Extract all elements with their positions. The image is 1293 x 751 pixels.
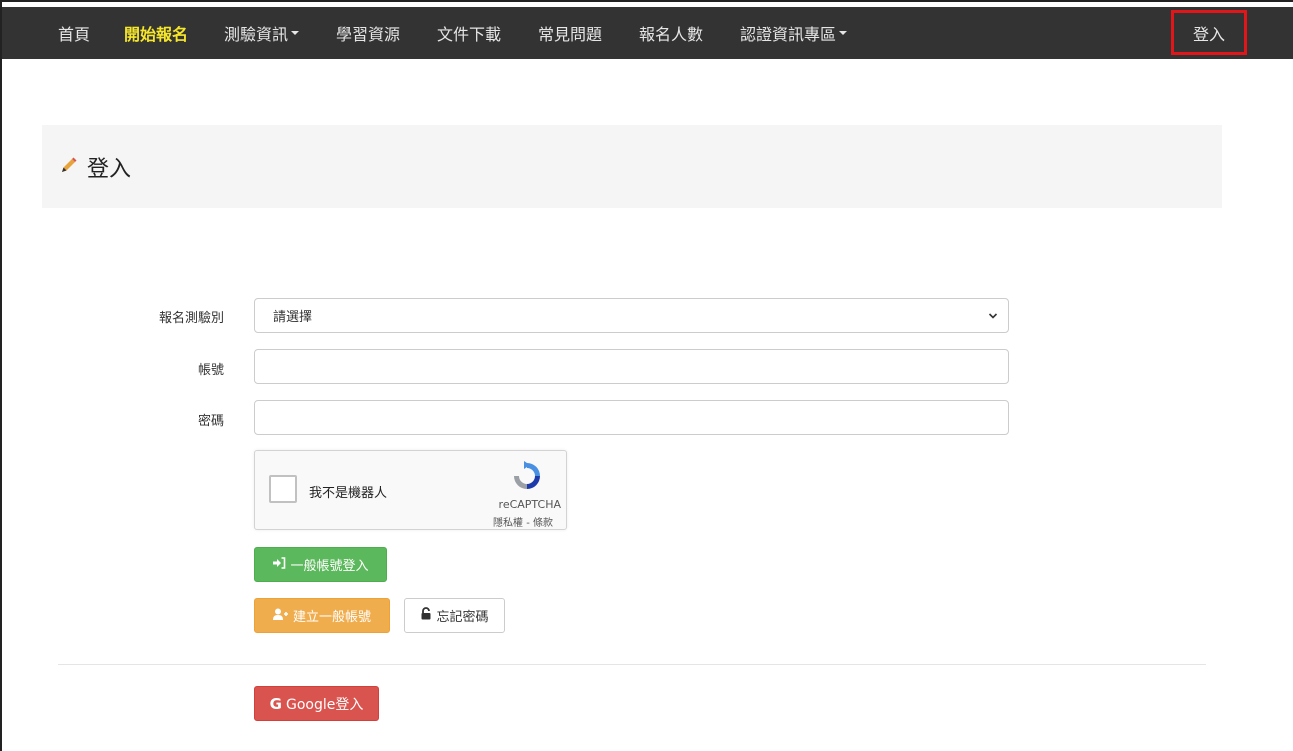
nav-learning-resources[interactable]: 學習資源 xyxy=(336,21,400,45)
nav-certification-info[interactable]: 認證資訊專區 xyxy=(740,21,848,45)
nav-login[interactable]: 登入 xyxy=(1171,10,1247,55)
exam-type-selected-value: 請選擇 xyxy=(273,310,313,325)
nav-certification-info-label: 認證資訊專區 xyxy=(740,25,837,44)
recaptcha-brand: reCAPTCHA xyxy=(498,498,561,511)
recaptcha-widget: 我不是機器人 reCAPTCHA 隱私權 - 條款 xyxy=(254,450,567,530)
create-account-button[interactable]: 建立一般帳號 xyxy=(254,598,390,633)
account-input[interactable] xyxy=(254,349,1009,384)
recaptcha-label: 我不是機器人 xyxy=(309,486,388,501)
exam-type-label: 報名測驗別 xyxy=(158,311,224,326)
google-icon: G xyxy=(269,694,282,713)
nav-faq[interactable]: 常見問題 xyxy=(538,21,602,45)
nav-exam-info[interactable]: 測驗資訊 xyxy=(224,21,300,45)
create-account-label: 建立一般帳號 xyxy=(292,610,371,625)
recaptcha-privacy-terms-link[interactable]: 隱私權 - 條款 xyxy=(493,514,553,529)
top-navbar: 首頁 開始報名 測驗資訊 學習資源 文件下載 常見問題 報名人數 認證資訊專區 … xyxy=(2,7,1293,59)
nav-downloads[interactable]: 文件下載 xyxy=(437,21,501,45)
nav-home[interactable]: 首頁 xyxy=(58,21,90,45)
general-login-label: 一般帳號登入 xyxy=(290,559,369,574)
add-user-icon xyxy=(272,608,289,624)
forgot-password-button[interactable]: 忘記密碼 xyxy=(404,598,505,633)
nav-start-registration[interactable]: 開始報名 xyxy=(124,21,188,45)
panel-heading: 登入 xyxy=(42,125,1222,208)
page-title: 登入 xyxy=(87,156,132,182)
nav-exam-info-label: 測驗資訊 xyxy=(224,25,289,44)
google-login-button[interactable]: G Google登入 xyxy=(254,686,379,721)
sign-in-icon xyxy=(272,556,286,573)
google-login-label: Google登入 xyxy=(285,696,364,713)
caret-down-icon xyxy=(839,31,848,35)
password-label: 密碼 xyxy=(197,414,224,429)
pencil-icon xyxy=(59,155,79,179)
unlock-icon xyxy=(420,607,432,624)
password-input[interactable] xyxy=(254,400,1009,435)
general-login-button[interactable]: 一般帳號登入 xyxy=(254,547,387,582)
account-label: 帳號 xyxy=(197,363,224,378)
chevron-down-icon xyxy=(988,310,998,325)
recaptcha-checkbox[interactable] xyxy=(269,475,297,503)
exam-type-select[interactable]: 請選擇 xyxy=(254,298,1009,333)
caret-down-icon xyxy=(291,31,300,35)
recaptcha-logo-icon xyxy=(510,459,544,497)
forgot-password-label: 忘記密碼 xyxy=(436,610,489,625)
section-divider xyxy=(58,664,1206,665)
nav-registration-count[interactable]: 報名人數 xyxy=(639,21,703,45)
